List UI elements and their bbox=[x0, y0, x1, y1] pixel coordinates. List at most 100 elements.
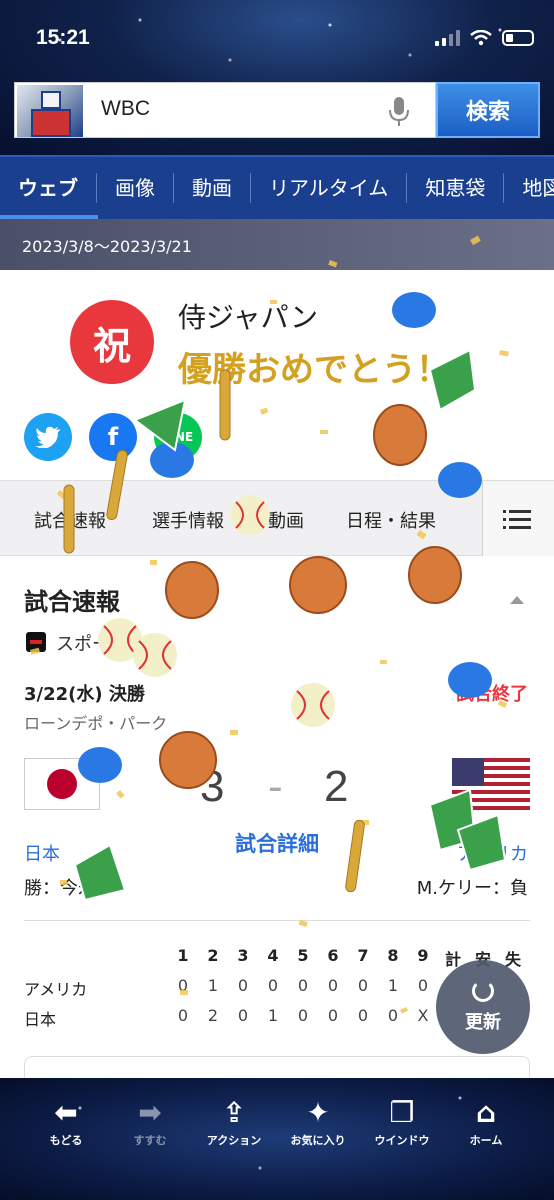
team-name: 侍ジャパン bbox=[178, 301, 319, 334]
section-tabs: 試合速報 選手情報 動画 日程・結果 bbox=[0, 480, 554, 556]
linescore-header-cell: 2 bbox=[207, 946, 219, 965]
event-date-range: 2023/3/8〜2023/3/21 bbox=[0, 219, 554, 270]
status-icons bbox=[435, 30, 534, 46]
home-label: ホーム bbox=[469, 1134, 503, 1147]
refresh-button[interactable]: 更新 bbox=[436, 960, 530, 1054]
japan-flag-icon bbox=[24, 758, 100, 810]
linescore-cell: 0 bbox=[177, 976, 189, 995]
forward-button[interactable]: ➡ すすむ bbox=[110, 1096, 190, 1148]
linescore-cell: 0 bbox=[417, 976, 429, 995]
linescore-header-cell: 5 bbox=[297, 946, 309, 965]
linescore-cell: 1 bbox=[207, 976, 219, 995]
tab-video[interactable]: 動画 bbox=[174, 173, 251, 203]
tab-videos[interactable]: 動画 bbox=[268, 507, 304, 533]
linescore-cell: 2 bbox=[207, 1006, 219, 1025]
usa-flag-icon bbox=[452, 758, 530, 810]
tab-schedule-results[interactable]: 日程・結果 bbox=[346, 507, 436, 533]
home-button[interactable]: ⌂ ホーム bbox=[446, 1096, 526, 1148]
search-category-tabs: ウェブ 画像 動画 リアルタイム 知恵袋 地図 bbox=[0, 155, 554, 219]
linescore-header-cell: 7 bbox=[357, 946, 369, 965]
status-time: 15:21 bbox=[36, 26, 90, 49]
linescore-header-cell: 4 bbox=[267, 946, 279, 965]
tab-map[interactable]: 地図 bbox=[504, 173, 554, 203]
result-card: 祝 侍ジャパン 優勝おめでとう！ f LINE 試合速報 選手情報 動画 日程・… bbox=[0, 270, 554, 1078]
linescore-cell: 0 bbox=[327, 976, 339, 995]
tab-player-info[interactable]: 選手情報 bbox=[152, 507, 224, 533]
linescore-cell: 1 bbox=[387, 976, 399, 995]
action-label: アクション bbox=[206, 1134, 262, 1147]
linescore-cell: 0 bbox=[387, 1006, 399, 1025]
game-status: 試合終了 bbox=[456, 684, 528, 705]
linescore-cell: 0 bbox=[297, 976, 309, 995]
search-input[interactable]: WBC bbox=[101, 97, 150, 121]
search-button[interactable]: 検索 bbox=[436, 82, 540, 138]
window-label: ウインドウ bbox=[374, 1134, 430, 1147]
linescore-header-cell: 8 bbox=[387, 946, 399, 965]
back-button[interactable]: ⬅ もどる bbox=[26, 1096, 106, 1148]
wifi-icon bbox=[470, 30, 492, 46]
microphone-icon[interactable] bbox=[387, 96, 411, 128]
share-action-icon: ⇪ bbox=[222, 1096, 246, 1129]
linescore-cell: 1 bbox=[267, 1006, 279, 1025]
favorites-icon: ✦ bbox=[306, 1096, 330, 1129]
linescore-team: 日本 bbox=[24, 1010, 57, 1029]
facebook-icon[interactable]: f bbox=[89, 413, 137, 461]
next-card bbox=[24, 1056, 530, 1078]
collapse-icon[interactable] bbox=[510, 596, 524, 604]
twitter-icon[interactable] bbox=[24, 413, 72, 461]
linescore-header-cell: 3 bbox=[237, 946, 249, 965]
away-team-link[interactable]: アメリカ bbox=[457, 840, 528, 866]
linescore-cell: 0 bbox=[177, 1006, 189, 1025]
game-date: 3/22(水) 決勝 bbox=[24, 684, 145, 705]
list-menu-icon[interactable] bbox=[482, 481, 554, 556]
arrow-left-icon: ⬅ bbox=[54, 1096, 78, 1129]
arrow-right-icon: ➡ bbox=[138, 1096, 162, 1129]
score-separator: - bbox=[268, 762, 283, 811]
linescore-header-row: 123456789計安失 bbox=[24, 942, 530, 972]
battery-icon bbox=[502, 30, 534, 46]
linescore-cell: 0 bbox=[237, 1006, 249, 1025]
away-score: 2 bbox=[324, 762, 349, 811]
tab-live-score[interactable]: 試合速報 bbox=[34, 507, 106, 533]
cellular-signal-icon bbox=[435, 30, 460, 46]
venue: ローンデポ・パーク bbox=[24, 714, 168, 733]
tab-web[interactable]: ウェブ bbox=[0, 173, 97, 203]
linescore-cell: 0 bbox=[297, 1006, 309, 1025]
congratulations-message: 優勝おめでとう！ bbox=[178, 350, 450, 390]
tab-chiebukuro[interactable]: 知恵袋 bbox=[407, 173, 505, 203]
window-icon: ❐ bbox=[389, 1096, 415, 1129]
linescore-team: アメリカ bbox=[24, 980, 88, 999]
linescore-cell: 0 bbox=[327, 1006, 339, 1025]
search-bar: WBC 検索 bbox=[14, 82, 540, 138]
linescore-cell: X bbox=[417, 1006, 429, 1025]
sportsnavi-logo bbox=[26, 632, 46, 652]
action-button[interactable]: ⇪ アクション bbox=[194, 1096, 274, 1148]
celebration-banner: 祝 侍ジャパン 優勝おめでとう！ f LINE bbox=[0, 270, 554, 480]
linescore-header-cell: 1 bbox=[177, 946, 189, 965]
linescore-header-cell: 6 bbox=[327, 946, 339, 965]
status-bar: 15:21 bbox=[0, 0, 554, 70]
linescore-cell: 0 bbox=[267, 976, 279, 995]
tab-images[interactable]: 画像 bbox=[97, 173, 174, 203]
winning-pitcher: 勝：今永 bbox=[24, 878, 96, 899]
search-theme-image bbox=[17, 85, 83, 137]
window-button[interactable]: ❐ ウインドウ bbox=[362, 1096, 442, 1148]
refresh-icon bbox=[472, 980, 494, 1002]
linescore-cell: 0 bbox=[357, 976, 369, 995]
linescore-cell: 0 bbox=[237, 976, 249, 995]
refresh-label: 更新 bbox=[465, 1012, 501, 1033]
browser-toolbar: ⬅ もどる ➡ すすむ ⇪ アクション ✦ お気に入り ❐ ウインドウ ⌂ ホー… bbox=[0, 1078, 554, 1200]
linescore-cell: 0 bbox=[357, 1006, 369, 1025]
line-icon[interactable]: LINE bbox=[154, 413, 202, 461]
favorites-label: お気に入り bbox=[290, 1134, 346, 1147]
linescore-header-cell: 9 bbox=[417, 946, 429, 965]
favorites-button[interactable]: ✦ お気に入り bbox=[278, 1096, 358, 1148]
losing-pitcher: M.ケリー：負 bbox=[416, 878, 528, 899]
tab-realtime[interactable]: リアルタイム bbox=[251, 173, 408, 203]
divider bbox=[24, 920, 530, 921]
home-icon: ⌂ bbox=[475, 1096, 497, 1129]
source-name: スポーツナビ bbox=[56, 634, 164, 655]
home-score: 3 bbox=[200, 762, 225, 811]
search-box[interactable]: WBC bbox=[14, 82, 436, 138]
forward-label: すすむ bbox=[133, 1134, 167, 1147]
